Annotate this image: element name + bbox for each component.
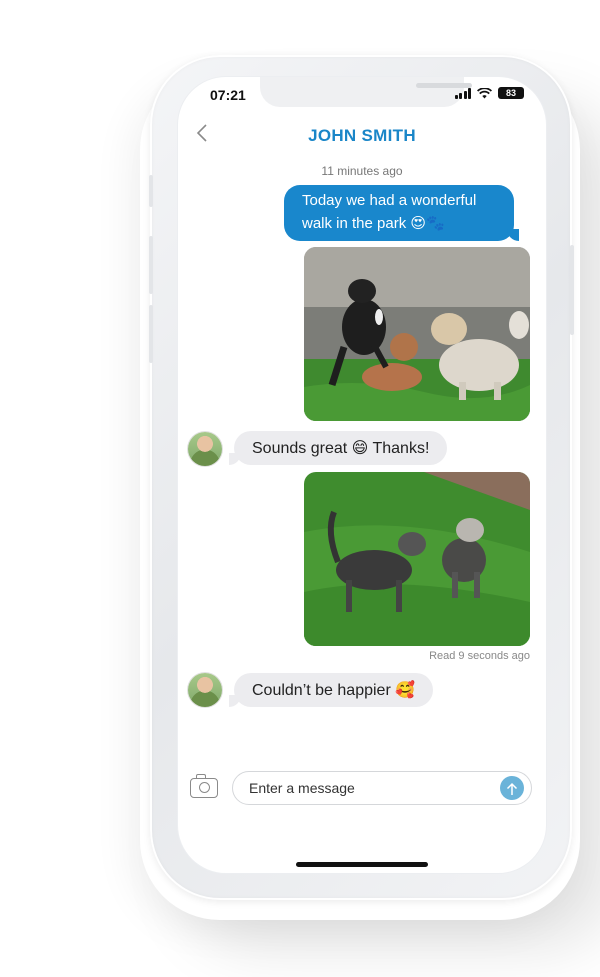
incoming-message-suffix: Thanks! [372, 440, 430, 457]
status-icons: 83 [454, 87, 524, 99]
outgoing-message-text: Today we had a wonderful walk in the par… [302, 192, 477, 232]
battery-icon: 83 [498, 87, 524, 99]
message-timestamp: 11 minutes ago [321, 164, 403, 178]
message-composer [178, 769, 546, 809]
incoming-message-text: Couldn’t be happier [252, 682, 391, 699]
contact-name[interactable]: JOHN SMITH [178, 126, 546, 146]
emoji-smiling-hearts: 🥰 [395, 680, 416, 699]
avatar[interactable] [188, 673, 222, 707]
power-button [570, 245, 574, 335]
dog-photo-1[interactable] [304, 247, 530, 421]
read-receipt: Read 9 seconds ago [429, 650, 530, 662]
incoming-message-text: Sounds great [252, 440, 348, 457]
notch [260, 77, 472, 107]
message-input[interactable] [232, 771, 532, 805]
home-indicator[interactable] [296, 862, 428, 867]
phone-screen: 07:21 83 JOHN SMITH 11 minutes ago Today… [178, 77, 546, 873]
camera-icon[interactable] [190, 774, 218, 798]
signal-icon [454, 87, 471, 99]
incoming-message[interactable]: Couldn’t be happier 🥰 [228, 673, 434, 707]
mute-switch [149, 175, 153, 207]
status-time: 07:21 [210, 87, 246, 103]
dog-photo-2[interactable] [304, 472, 530, 646]
chat-header: JOHN SMITH [178, 121, 546, 151]
emoji-heart-eyes-paws: 😍🐾 [410, 214, 445, 232]
incoming-message[interactable]: Sounds great 😄 Thanks! [228, 431, 448, 465]
wifi-icon [477, 87, 492, 98]
emoji-grin: 😄 [351, 438, 369, 457]
avatar[interactable] [188, 432, 222, 466]
volume-up-button [149, 236, 153, 294]
arrow-up-icon [506, 783, 518, 796]
volume-down-button [149, 305, 153, 363]
send-button[interactable] [500, 776, 524, 800]
outgoing-message[interactable]: Today we had a wonderful walk in the par… [284, 185, 519, 241]
